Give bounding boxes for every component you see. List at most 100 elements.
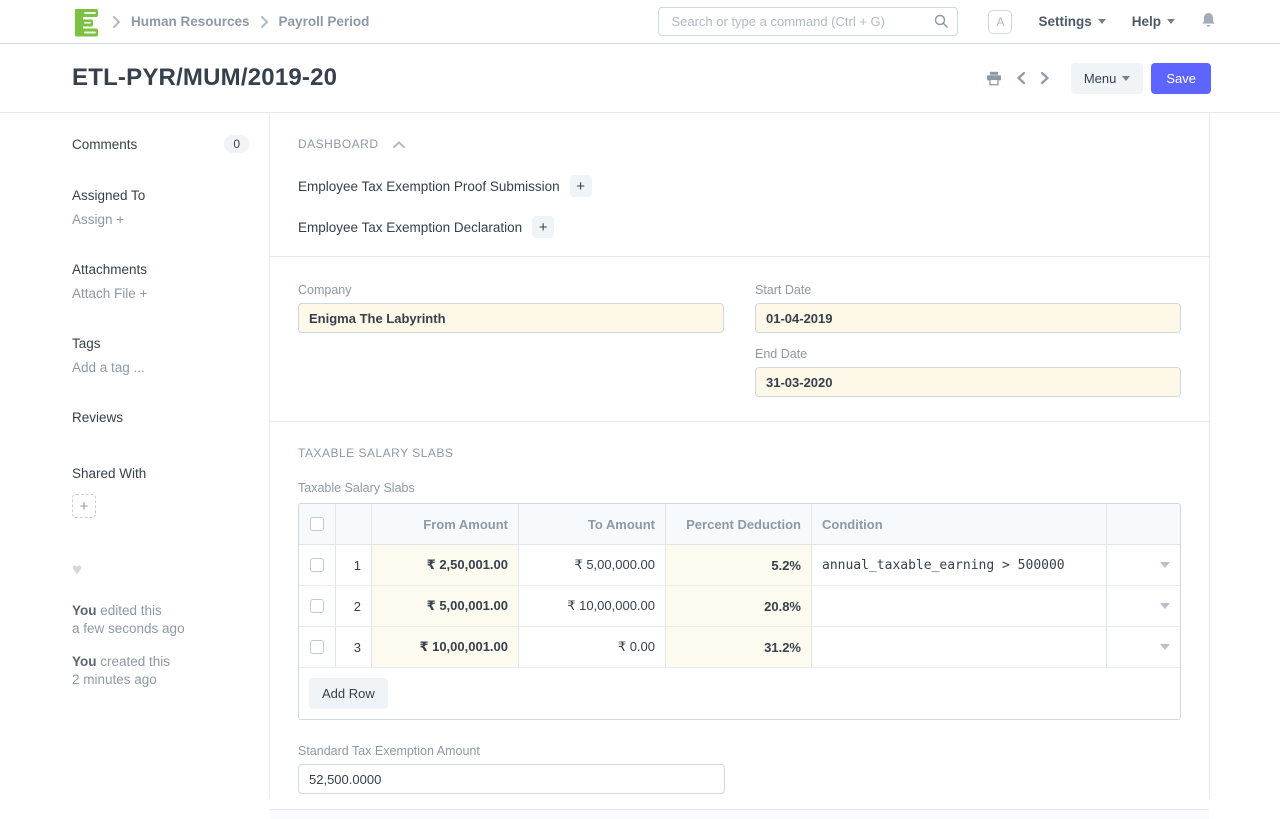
page-toolbar: Menu Save bbox=[983, 63, 1211, 94]
row-checkbox[interactable] bbox=[310, 558, 324, 572]
condition-cell[interactable] bbox=[811, 627, 1106, 667]
row-checkbox[interactable] bbox=[310, 640, 324, 654]
global-search bbox=[658, 7, 958, 36]
std-exemption-section: Standard Tax Exemption Amount bbox=[270, 720, 1209, 810]
add-tag-input[interactable]: Add a tag ... bbox=[72, 360, 249, 375]
save-button[interactable]: Save bbox=[1151, 63, 1211, 94]
activity-who: You bbox=[72, 603, 97, 618]
notifications-bell-icon[interactable] bbox=[1201, 12, 1216, 32]
to-amount-cell[interactable]: ₹ 5,00,000.00 bbox=[518, 545, 665, 585]
print-icon[interactable] bbox=[983, 68, 1005, 89]
attach-file-button[interactable]: Attach File + bbox=[72, 286, 249, 301]
company-label: Company bbox=[298, 283, 724, 297]
new-declaration-button[interactable]: + bbox=[532, 216, 554, 238]
dashboard-heading: DASHBOARD bbox=[298, 137, 379, 151]
app-logo-icon[interactable] bbox=[72, 7, 102, 37]
slab-row-3: 3 ₹ 10,00,001.00 ₹ 0.00 31.2% bbox=[299, 627, 1180, 668]
right-gutter bbox=[1210, 113, 1280, 799]
activity-action: created this bbox=[97, 654, 171, 669]
dashboard-section-toggle[interactable]: DASHBOARD bbox=[298, 137, 1181, 151]
help-label: Help bbox=[1132, 14, 1161, 29]
navbar: Human Resources Payroll Period A Setting… bbox=[0, 0, 1280, 44]
breadcrumb-human-resources[interactable]: Human Resources bbox=[131, 14, 250, 29]
chevron-down-icon bbox=[1122, 76, 1130, 81]
shared-with-heading: Shared With bbox=[72, 466, 249, 481]
link-tax-exemption-declaration[interactable]: Employee Tax Exemption Declaration bbox=[298, 220, 522, 235]
company-input[interactable] bbox=[298, 303, 724, 333]
activity-action: edited this bbox=[97, 603, 162, 618]
assign-button[interactable]: Assign + bbox=[72, 212, 249, 227]
new-proof-submission-button[interactable]: + bbox=[570, 175, 592, 197]
row-index-header bbox=[335, 504, 371, 544]
row-index: 1 bbox=[335, 545, 371, 585]
start-date-label: Start Date bbox=[755, 283, 1181, 297]
like-heart-icon[interactable]: ♥ bbox=[72, 560, 249, 580]
col-header-actions bbox=[1106, 504, 1180, 544]
from-amount-cell[interactable]: ₹ 2,50,001.00 bbox=[371, 545, 518, 585]
to-amount-cell[interactable]: ₹ 10,00,000.00 bbox=[518, 586, 665, 626]
std-exemption-input[interactable] bbox=[298, 764, 725, 794]
menu-button[interactable]: Menu bbox=[1071, 63, 1144, 94]
slabs-grid-header: From Amount To Amount Percent Deduction … bbox=[299, 504, 1180, 545]
percent-deduction-cell[interactable]: 5.2% bbox=[665, 545, 811, 585]
link-tax-exemption-proof-submission[interactable]: Employee Tax Exemption Proof Submission bbox=[298, 179, 560, 194]
slab-row-2: 2 ₹ 5,00,001.00 ₹ 10,00,000.00 20.8% bbox=[299, 586, 1180, 627]
company-field: Company bbox=[298, 283, 724, 333]
row-index: 2 bbox=[335, 586, 371, 626]
select-all-checkbox[interactable] bbox=[310, 517, 324, 531]
slab-row-1: 1 ₹ 2,50,001.00 ₹ 5,00,000.00 5.2% annua… bbox=[299, 545, 1180, 586]
menu-button-label: Menu bbox=[1084, 71, 1117, 86]
end-date-input[interactable] bbox=[755, 367, 1181, 397]
row-checkbox[interactable] bbox=[310, 599, 324, 613]
page-head: ETL-PYR/MUM/2019-20 Menu Save bbox=[0, 44, 1280, 113]
next-section-edge bbox=[270, 810, 1209, 819]
col-header-condition: Condition bbox=[811, 504, 1106, 544]
to-amount-cell[interactable]: ₹ 0.00 bbox=[518, 627, 665, 667]
activity-created: You created this 2 minutes ago bbox=[72, 653, 249, 689]
comments-link[interactable]: Comments bbox=[72, 137, 137, 152]
slabs-grid-footer: Add Row bbox=[299, 668, 1180, 719]
chevron-down-icon bbox=[1098, 19, 1106, 24]
help-menu[interactable]: Help bbox=[1132, 14, 1175, 29]
share-button[interactable]: + bbox=[72, 494, 96, 518]
col-header-from-amount: From Amount bbox=[371, 504, 518, 544]
end-date-label: End Date bbox=[755, 347, 1181, 361]
from-amount-cell[interactable]: ₹ 10,00,001.00 bbox=[371, 627, 518, 667]
chevron-up-icon bbox=[393, 141, 405, 148]
breadcrumb-chevron-icon bbox=[260, 16, 269, 28]
start-date-input[interactable] bbox=[755, 303, 1181, 333]
condition-cell[interactable] bbox=[811, 586, 1106, 626]
from-amount-cell[interactable]: ₹ 5,00,001.00 bbox=[371, 586, 518, 626]
triangle-down-icon bbox=[1160, 562, 1170, 568]
percent-deduction-cell[interactable]: 20.8% bbox=[665, 586, 811, 626]
add-row-button[interactable]: Add Row bbox=[309, 678, 388, 709]
triangle-down-icon bbox=[1160, 644, 1170, 650]
activity-when: a few seconds ago bbox=[72, 621, 185, 636]
row-expand-toggle[interactable] bbox=[1106, 627, 1180, 667]
settings-menu[interactable]: Settings bbox=[1038, 14, 1105, 29]
condition-cell[interactable]: annual_taxable_earning > 500000 bbox=[811, 545, 1106, 585]
breadcrumb-chevron-icon bbox=[112, 16, 121, 28]
content: Comments 0 Assigned To Assign + Attachme… bbox=[0, 113, 1280, 799]
activity-who: You bbox=[72, 654, 97, 669]
row-expand-toggle[interactable] bbox=[1106, 586, 1180, 626]
percent-deduction-cell[interactable]: 31.2% bbox=[665, 627, 811, 667]
breadcrumb-payroll-period[interactable]: Payroll Period bbox=[279, 14, 370, 29]
end-date-field: End Date bbox=[755, 347, 1181, 397]
navbar-right: A Settings Help bbox=[988, 10, 1216, 34]
start-date-field: Start Date bbox=[755, 283, 1181, 333]
avatar[interactable]: A bbox=[988, 10, 1012, 34]
next-document-icon[interactable] bbox=[1037, 68, 1053, 88]
std-exemption-field: Standard Tax Exemption Amount bbox=[298, 744, 725, 794]
page-title: ETL-PYR/MUM/2019-20 bbox=[72, 64, 337, 92]
search-icon bbox=[933, 13, 949, 32]
search-input[interactable] bbox=[658, 7, 958, 36]
activity-edited: You edited this a few seconds ago bbox=[72, 602, 249, 638]
dashboard-section: DASHBOARD Employee Tax Exemption Proof S… bbox=[270, 113, 1209, 257]
comments-count-badge: 0 bbox=[224, 135, 249, 153]
assigned-to-heading: Assigned To bbox=[72, 188, 249, 203]
slabs-section: TAXABLE SALARY SLABS Taxable Salary Slab… bbox=[270, 422, 1209, 720]
slabs-section-heading: TAXABLE SALARY SLABS bbox=[298, 446, 453, 460]
prev-document-icon[interactable] bbox=[1013, 68, 1029, 88]
row-expand-toggle[interactable] bbox=[1106, 545, 1180, 585]
